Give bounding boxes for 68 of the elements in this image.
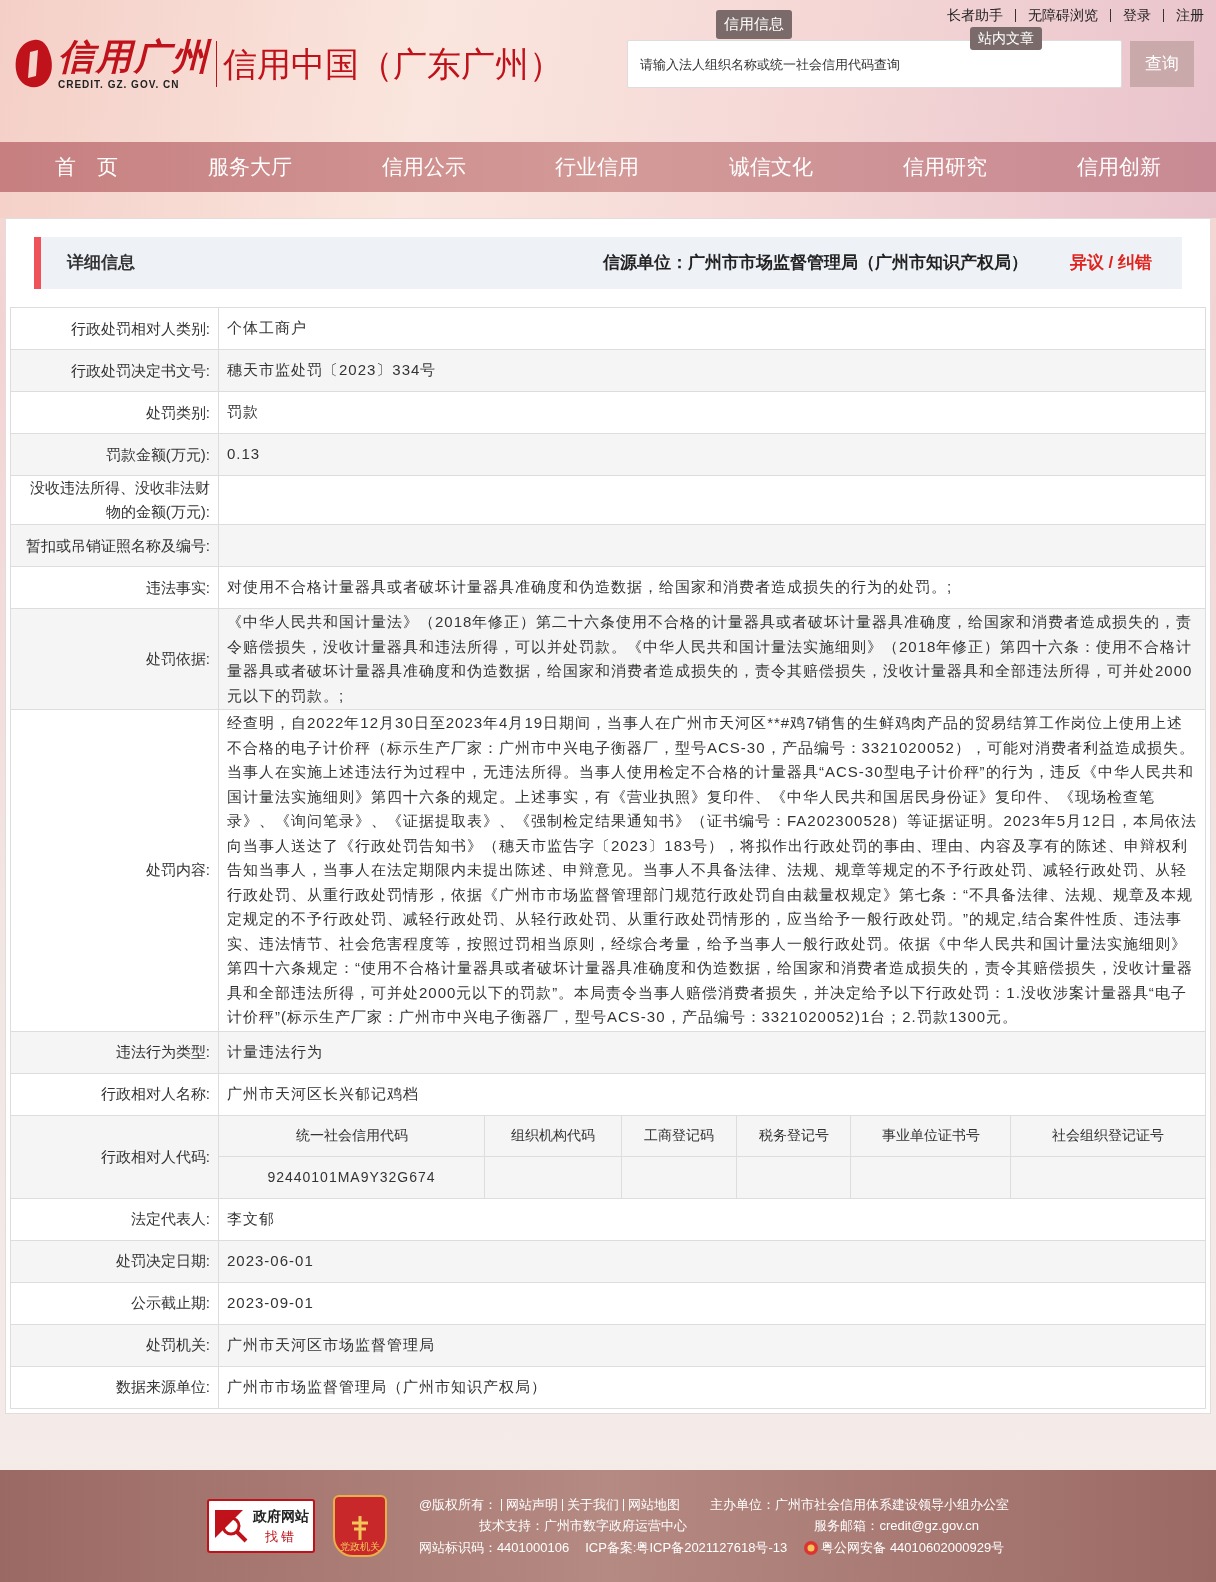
field-label: 处罚内容: (145, 860, 210, 881)
field-label: 没收违法所得、没收非法财物的金额(万元): (29, 478, 210, 522)
field-label: 处罚决定日期: (115, 1251, 210, 1271)
field-label: 违法事实: (145, 577, 210, 598)
footer-link[interactable]: 关于我们 (567, 1494, 620, 1515)
field-value: 广州市市场监督管理局（广州市知识产权局） (227, 1376, 547, 1397)
field-label: 处罚依据: (145, 649, 210, 669)
section-title: 详细信息 (67, 252, 135, 275)
field-label: 公示截止期: (130, 1293, 210, 1313)
field-label: 处罚机关: (145, 1335, 210, 1355)
support-text: 技术支持：广州市数字政府运营中心 (478, 1517, 687, 1536)
field-label: 行政处罚决定书文号: (70, 360, 210, 381)
logo-text: 信用广州 (58, 36, 210, 77)
field-value: 经查明，自2022年12月30日至2023年4月19日期间，当事人在广州市天河区**#鸡7销售的生鲜鸡肉产品的贸易结算工作岗位上使用上述不合格的电子计价秤（标示生产厂家：广州市中兴电子衡器厂，型号ACS-30，产品编号：3321020052），可能对消费者利益造成损失。当事人在实施上述违法行为过程中，无违法所得。当事人使用检定不合格的计量器具“ACS-30型电子计价秤”的行为，违反《中华人民共和国计量法实施细则》第四十六条的规定。上述事实，有《营业执照》复印件、《中华人民共和国居民身份证》复印件、《现场检查笔录》、《询问笔录》、《证据提取表》、《强制检定结果通知书》（证书编号：FA202300528）等证据证明。2023年5月12日，本局依法向当事人送达了《行政处罚告知书》（穗天市监告字〔2023〕183号），将拟作出行政处罚的事由、理由、内容及享有的陈述、申辩权利告知当事人，当事人在法定期限内未提出陈述、申辩意见。当事人不具备法律、法规、规章等规定的不予行政处罚、减轻行政处罚、从轻行政处罚、从重行政处罚情形，依据《广州市市场监督管理部门规范行政处罚自由裁量权规定》第七条：“不具备法律、法规、规章及本规定规定的不予行政处罚、减轻行政处罚、从轻行政处罚、从重行政处罚情形的，应当给予一般行政处罚。”的规定,结合案件性质、违法事实、违法情节、社会危害程度等，按照过罚相当原则，经综合考量，给予当事人一般行政处罚。依据《中华人民共和国计量法实施细则》第四十六条规定：“使用不合格计量器具或者破坏计量器具准确度和伪造数据，给国家和消费者造成损失的，责令其赔偿损失，没收计量器具和全部违法所得，可并处2000元以下的罚款”。本局责令当事人赔偿消费者损失，并决定给予以下行政处罚：1.没收涉案计量器具“电子计价秤”(标示生产厂家：广州市中兴电子衡器厂，型号ACS-30，产品编号：3321020052)1台；2.罚款1300元。 (227, 713, 1197, 1027)
footer-link[interactable]: 网站地图 (628, 1494, 681, 1515)
field-label: 行政相对人名称: (100, 1084, 210, 1104)
badge-title: 政府网站 (252, 1506, 309, 1526)
field-label: 数据来源单位: (115, 1377, 210, 1397)
field-value: 0.13 (227, 444, 261, 465)
top-link[interactable]: 注册 (1176, 5, 1204, 26)
nav-item[interactable]: 行业信用 (555, 151, 640, 183)
party-badge[interactable]: 党政机关 (332, 1495, 387, 1557)
badge-caption: 党政机关 (339, 1541, 380, 1552)
error-report-badge[interactable]: 政府网站 找错 (206, 1499, 315, 1553)
field-value: 李文郁 (227, 1208, 275, 1229)
host-text: 主办单位：广州市社会信用体系建设领导小组办公室 (710, 1495, 1010, 1514)
field-value: 罚款 (227, 402, 259, 423)
nav-item[interactable]: 服务大厅 (207, 151, 292, 183)
site-id-text: 网站标识码：4401000106 (418, 1538, 570, 1557)
dispute-link[interactable]: 异议 / 纠错 (1069, 250, 1152, 276)
logo-subtitle: CREDIT. GZ. GOV. CN (58, 77, 181, 92)
police-link[interactable]: 粤公网安备 44010602000929号 (821, 1537, 1005, 1558)
field-value: 计量违法行为 (227, 1041, 323, 1062)
magnifier-icon (212, 1508, 249, 1544)
field-label: 罚款金额(万元): (105, 444, 210, 465)
top-link[interactable]: 登录 (1123, 5, 1151, 26)
footer-link[interactable]: 网站声明 (506, 1494, 559, 1515)
police-emblem-icon (803, 1539, 820, 1556)
top-link[interactable]: 无障碍浏览 (1028, 5, 1098, 26)
field-value: 《中华人民共和国计量法》（2018年修正）第二十六条使用不合格的计量器具或者破坏计量器具准确度，给国家和消费者造成损失的，责令赔偿损失，没收计量器具和违法所得，可以并处罚款。《中华人民共和国计量法实施细则》（2018年修正）第四十六条：使用不合格计量器具或者破坏计量器具准确度和伪造数据，给国家和消费者造成损失的，责令其赔偿损失，没收计量器具和全部违法所得，可并处2000元以下的罚款。; (227, 612, 1194, 706)
field-label: 处罚类别: (145, 402, 210, 423)
email-text: 服务邮箱：credit@gz.gov.cn (814, 1517, 980, 1536)
field-value: 2023-09-01 (227, 1292, 314, 1313)
badge-caption: 找错 (264, 1527, 297, 1546)
field-value: 个体工商户 (227, 318, 307, 339)
source-text: 信源单位：广州市市场监督管理局（广州市知识产权局） (602, 252, 1028, 275)
search-button[interactable]: 查询 (1130, 41, 1194, 87)
nav-item[interactable]: 信用创新 (1077, 151, 1161, 183)
field-value: 对使用不合格计量器具或者破坏计量器具准确度和伪造数据，给国家和消费者造成损失的行为的处罚。; (227, 577, 953, 598)
table-cell-text: 92440101MA9Y32G674 (267, 1167, 436, 1187)
nav-item[interactable]: 信用公示 (381, 151, 466, 183)
footer-link[interactable]: @版权所有： (418, 1494, 498, 1515)
field-label: 暂扣或吊销证照名称及编号: (25, 535, 210, 556)
field-label: 行政处罚相对人类别: (70, 318, 210, 339)
icp-link[interactable]: ICP备案:粤ICP备2021127618号-13 (585, 1537, 788, 1558)
field-label: 行政相对人代码: (100, 1146, 210, 1167)
field-value: 穗天市监处罚〔2023〕334号 (227, 360, 437, 381)
field-value: 2023-06-01 (227, 1250, 314, 1271)
tooltip: 信用信息 (716, 10, 792, 39)
top-link[interactable]: 长者助手 (947, 5, 1003, 26)
field-label: 违法行为类型: (115, 1042, 210, 1062)
nav-item[interactable]: 首 页 (54, 151, 118, 183)
field-label: 法定代表人: (130, 1209, 210, 1229)
field-value: 广州市天河区长兴郁记鸡档 (227, 1083, 419, 1104)
nav-item[interactable]: 诚信文化 (729, 151, 814, 183)
nav-item[interactable]: 信用研究 (903, 151, 988, 183)
site-title: 信用中国（广东广州） (223, 43, 563, 85)
field-value: 广州市天河区市场监督管理局 (227, 1334, 435, 1355)
